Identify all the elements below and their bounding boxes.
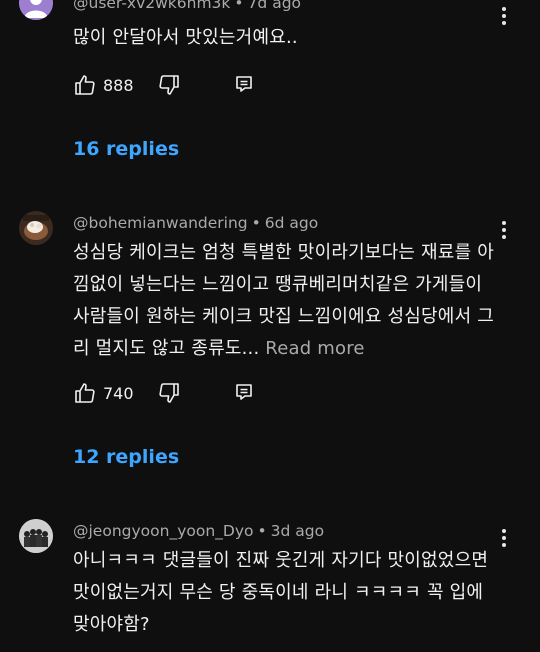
comment-meta: @bohemianwandering • 6d ago	[73, 214, 319, 232]
comment-time: 3d ago	[270, 522, 325, 540]
comment-time: 6d ago	[264, 214, 319, 232]
comment-text: 성심당 케이크는 엄청 특별한 맛이라기보다는 재료를 아낌없이 넣는다는 느낌…	[73, 237, 503, 365]
read-more-link[interactable]: Read more	[265, 338, 364, 359]
photo-avatar-icon	[19, 211, 53, 245]
replies-toggle[interactable]: 12 replies	[73, 446, 179, 468]
avatar[interactable]	[19, 519, 53, 553]
comment-author[interactable]: @jeongyoon_yoon_Dyo	[73, 522, 254, 540]
thumbs-down-icon	[159, 383, 179, 403]
like-button[interactable]: 740	[73, 381, 134, 405]
dislike-button[interactable]	[157, 381, 181, 405]
reply-button[interactable]	[233, 73, 255, 95]
like-button[interactable]: 888	[73, 73, 134, 97]
like-count: 740	[103, 383, 134, 403]
comment-text: 많이 안달아서 맛있는거예요..	[73, 27, 298, 48]
default-avatar-icon	[19, 0, 53, 20]
reply-icon	[236, 76, 252, 92]
avatar[interactable]	[19, 211, 53, 245]
like-count: 888	[103, 75, 134, 95]
reply-icon	[236, 384, 252, 400]
comment-meta: @jeongyoon_yoon_Dyo • 3d ago	[73, 522, 325, 540]
reply-button[interactable]	[233, 381, 255, 403]
avatar[interactable]	[19, 0, 53, 20]
comment-meta: @user-xv2wk6hm3k • 7d ago	[73, 0, 301, 12]
comment-text: 아니ㅋㅋㅋ 댓글들이 진짜 웃긴게 자기다 맛이없었으면 맛이없는거지 무슨 당…	[73, 550, 495, 635]
comment-author[interactable]: @user-xv2wk6hm3k	[73, 0, 230, 12]
thumbs-down-icon	[159, 75, 179, 95]
thumbs-up-icon	[75, 383, 95, 403]
group-photo-avatar-icon	[19, 519, 53, 553]
dislike-button[interactable]	[157, 73, 181, 97]
thumbs-up-icon	[75, 75, 95, 95]
comment-author[interactable]: @bohemianwandering	[73, 214, 248, 232]
replies-toggle[interactable]: 16 replies	[73, 138, 179, 160]
comment-time: 7d ago	[247, 0, 302, 12]
